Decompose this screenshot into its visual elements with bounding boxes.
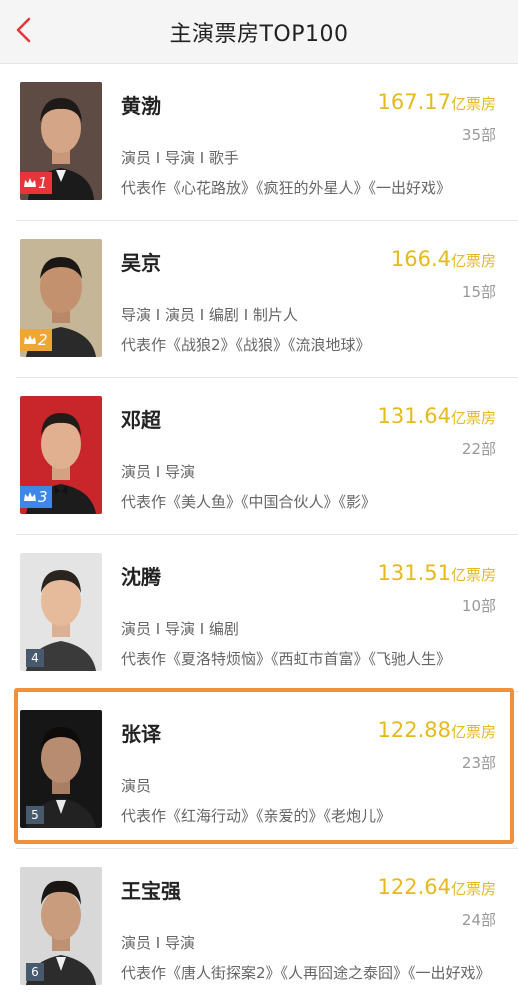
rank-badge: 1 — [20, 172, 52, 194]
box-office-value: 131.51 — [377, 561, 451, 585]
rank-badge: 3 — [20, 486, 52, 508]
actor-roles: 演员 I 导演 — [121, 463, 195, 481]
rank-number: 4 — [31, 651, 39, 665]
box-office-unit: 亿票房 — [450, 880, 496, 898]
rank-badge: 2 — [20, 329, 52, 351]
film-count: 24部 — [461, 911, 496, 929]
actor-name: 邓超 — [121, 408, 161, 432]
actor-avatar: 2 — [20, 239, 102, 357]
film-count: 10部 — [461, 597, 496, 615]
actor-name: 张译 — [121, 722, 161, 746]
box-office-unit: 亿票房 — [450, 409, 496, 427]
rank-number: 6 — [31, 965, 39, 979]
rank-number: 1 — [38, 174, 48, 192]
actor-roles: 导演 I 演员 I 编剧 I 制片人 — [121, 306, 298, 324]
film-count: 22部 — [461, 440, 496, 458]
page-title: 主演票房TOP100 — [169, 22, 349, 47]
nav-bar: 主演票房TOP100 — [0, 0, 518, 64]
representative-works: 代表作《唐人街探案2》《人再囧途之泰囧》《一出好戏》 — [121, 964, 491, 982]
representative-works: 代表作《红海行动》《亲爱的》《老炮儿》 — [121, 807, 392, 825]
rank-number: 5 — [31, 808, 39, 822]
actor-roles: 演员 I 导演 I 歌手 — [121, 149, 239, 167]
box-office-unit: 亿票房 — [450, 566, 496, 584]
box-office-unit: 亿票房 — [450, 723, 496, 741]
actor-roles: 演员 — [121, 777, 152, 795]
rank-badge: 5 — [26, 806, 44, 824]
box-office-value: 122.88 — [377, 718, 451, 742]
crown-icon — [24, 335, 36, 344]
box-office: 122.88 亿票房 — [378, 718, 497, 742]
box-office-value: 131.64 — [377, 404, 451, 428]
representative-works: 代表作《夏洛特烦恼》《西虹市首富》《飞驰人生》 — [121, 650, 452, 668]
list-item[interactable]: 6 王宝强 122.64 亿票房 24部 演员 I 导演 代表作《唐人街探案2》… — [16, 849, 518, 1000]
film-count: 23部 — [461, 754, 496, 772]
list-item[interactable]: 5 张译 122.88 亿票房 23部 演员 代表作《红海行动》《亲爱的》《老炮… — [16, 692, 518, 849]
rank-number: 3 — [38, 488, 48, 506]
rank-number: 2 — [38, 331, 48, 349]
actor-roles: 演员 I 导演 I 编剧 — [121, 620, 239, 638]
actor-name: 吴京 — [121, 251, 161, 275]
box-office: 166.4 亿票房 — [391, 247, 496, 271]
list-item[interactable]: 2 吴京 166.4 亿票房 15部 导演 I 演员 I 编剧 I 制片人 代表… — [16, 221, 518, 378]
actor-avatar: 3 — [20, 396, 102, 514]
rank-badge: 6 — [26, 963, 44, 981]
actor-roles: 演员 I 导演 — [121, 934, 195, 952]
crown-icon — [24, 178, 36, 187]
representative-works: 代表作《美人鱼》《中国合伙人》《影》 — [121, 493, 377, 511]
actor-avatar: 6 — [20, 867, 102, 985]
box-office-value: 166.4 — [390, 247, 451, 271]
box-office-unit: 亿票房 — [450, 252, 496, 270]
box-office: 122.64 亿票房 — [378, 875, 497, 899]
rank-badge: 4 — [26, 649, 44, 667]
film-count: 15部 — [461, 283, 496, 301]
box-office-unit: 亿票房 — [450, 95, 496, 113]
film-count: 35部 — [461, 126, 496, 144]
actor-avatar: 5 — [20, 710, 102, 828]
crown-icon — [24, 492, 36, 501]
box-office: 131.64 亿票房 — [378, 404, 497, 428]
actor-name: 王宝强 — [121, 879, 181, 903]
representative-works: 代表作《战狼2》《战狼》《流浪地球》 — [121, 336, 371, 354]
box-office-value: 122.64 — [377, 875, 451, 899]
box-office-value: 167.17 — [377, 90, 451, 114]
box-office: 131.51 亿票房 — [378, 561, 497, 585]
list-item[interactable]: 3 邓超 131.64 亿票房 22部 演员 I 导演 代表作《美人鱼》《中国合… — [16, 378, 518, 535]
actor-avatar: 1 — [20, 82, 102, 200]
actor-name: 沈腾 — [121, 565, 161, 589]
actor-name: 黄渤 — [121, 94, 161, 118]
actor-avatar: 4 — [20, 553, 102, 671]
representative-works: 代表作《心花路放》《疯狂的外星人》《一出好戏》 — [121, 179, 452, 197]
list-item[interactable]: 1 黄渤 167.17 亿票房 35部 演员 I 导演 I 歌手 代表作《心花路… — [16, 64, 518, 221]
box-office: 167.17 亿票房 — [378, 90, 497, 114]
list-item[interactable]: 4 沈腾 131.51 亿票房 10部 演员 I 导演 I 编剧 代表作《夏洛特… — [16, 535, 518, 692]
